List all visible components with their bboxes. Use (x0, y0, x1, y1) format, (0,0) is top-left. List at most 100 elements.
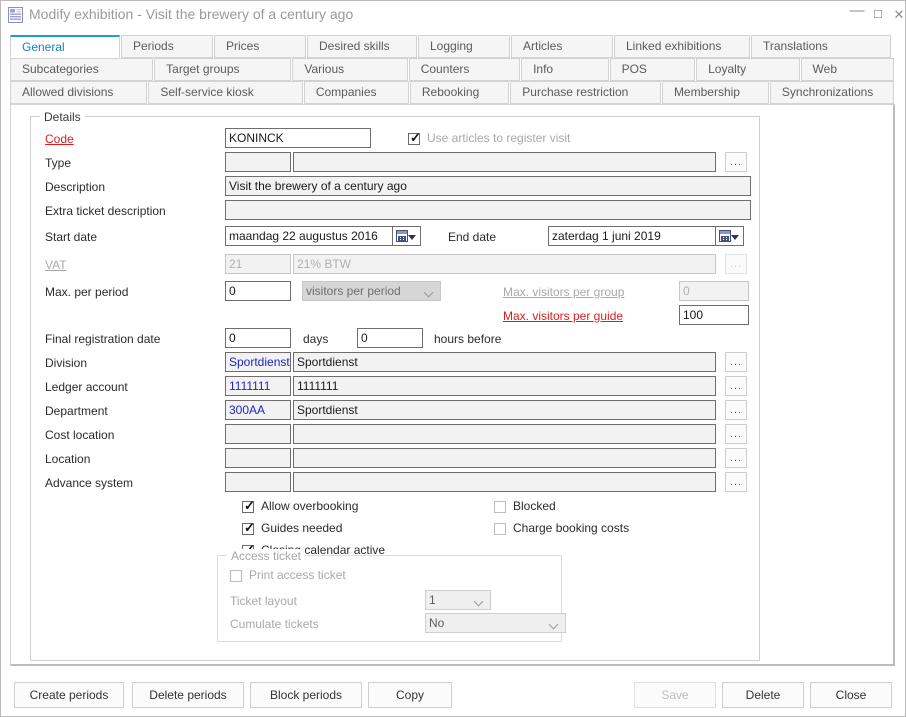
department-name-input[interactable]: Sportdienst (293, 400, 716, 420)
cumulate-tickets-select[interactable]: No (425, 613, 566, 633)
start-date-calendar-icon[interactable] (393, 226, 421, 246)
division-name-input[interactable]: Sportdienst (293, 352, 716, 372)
ellipsis-icon: ... (726, 477, 746, 488)
blocked-label: Blocked (513, 499, 556, 513)
tab-self-service-kiosk[interactable]: Self-service kiosk (148, 81, 302, 104)
type-name-input[interactable] (293, 152, 716, 172)
check-icon: ✓ (244, 521, 255, 534)
create-periods-button[interactable]: Create periods (14, 682, 124, 708)
type-browse-button[interactable]: ... (725, 152, 747, 172)
max-visitors-per-group-input[interactable]: 0 (679, 281, 749, 301)
cumulate-tickets-value: No (429, 616, 444, 630)
window-title: Modify exhibition - Visit the brewery of… (29, 6, 353, 22)
access-ticket-group-title: Access ticket (227, 549, 305, 563)
ellipsis-icon: ... (726, 429, 746, 440)
modify-exhibition-window: Modify exhibition - Visit the brewery of… (0, 0, 906, 717)
tab-general[interactable]: General (10, 35, 120, 58)
vat-name-input[interactable]: 21% BTW (293, 254, 716, 274)
days-unit-label: days (303, 332, 328, 346)
tab-companies[interactable]: Companies (304, 81, 409, 104)
department-code-input[interactable]: 300AA (225, 400, 291, 420)
access-ticket-group: Access ticket Print access ticket Ticket… (217, 555, 562, 642)
location-code-input[interactable] (225, 448, 291, 468)
vat-browse-button[interactable]: ... (725, 254, 747, 274)
end-date-calendar-icon[interactable] (716, 226, 744, 246)
vat-label: VAT (45, 258, 67, 272)
max-visitors-per-guide-input[interactable]: 100 (679, 305, 749, 325)
location-label: Location (45, 452, 90, 466)
tab-strip: GeneralPeriodsPricesDesired skillsLoggin… (10, 35, 895, 105)
tab-prices[interactable]: Prices (214, 35, 306, 58)
minimize-icon[interactable]: — (846, 5, 868, 25)
tab-web[interactable]: Web (801, 58, 894, 81)
advance-system-code-input[interactable] (225, 472, 291, 492)
max-per-period-input[interactable]: 0 (225, 281, 291, 301)
code-label: Code (45, 132, 74, 146)
start-date-input[interactable]: maandag 22 augustus 2016 (225, 226, 393, 246)
chevron-down-icon (425, 289, 434, 294)
copy-button[interactable]: Copy (368, 682, 452, 708)
tab-subcategories[interactable]: Subcategories (10, 58, 153, 81)
print-access-ticket-label: Print access ticket (249, 568, 346, 582)
cost-location-name-input[interactable] (293, 424, 716, 444)
ticket-layout-label: Ticket layout (230, 594, 297, 608)
location-name-input[interactable] (293, 448, 716, 468)
max-per-period-unit-value: visitors per period (306, 284, 401, 298)
delete-button[interactable]: Delete (722, 682, 804, 708)
division-code-input[interactable]: Sportdienst (225, 352, 291, 372)
charge-booking-costs-label: Charge booking costs (513, 521, 629, 535)
type-code-input[interactable] (225, 152, 291, 172)
tab-logging[interactable]: Logging (418, 35, 510, 58)
department-browse-button[interactable]: ... (725, 400, 747, 420)
cost-location-browse-button[interactable]: ... (725, 424, 747, 444)
close-icon[interactable]: ✕ (888, 5, 906, 25)
tab-linked-exhibitions[interactable]: Linked exhibitions (614, 35, 750, 58)
description-input[interactable]: Visit the brewery of a century ago (225, 176, 751, 196)
block-periods-button[interactable]: Block periods (250, 682, 362, 708)
close-button[interactable]: Close (810, 682, 892, 708)
tab-info[interactable]: Info (521, 58, 609, 81)
end-date-input[interactable]: zaterdag 1 juni 2019 (548, 226, 716, 246)
tab-target-groups[interactable]: Target groups (154, 58, 291, 81)
advance-system-name-input[interactable] (293, 472, 716, 492)
print-access-ticket-checkbox-box (230, 570, 242, 582)
allow-overbooking-checkbox-box: ✓ (242, 501, 254, 513)
save-button[interactable]: Save (634, 682, 716, 708)
ellipsis-icon: ... (726, 405, 746, 416)
ledger-account-name-input[interactable]: 1111111 (293, 376, 716, 396)
tab-counters[interactable]: Counters (409, 58, 520, 81)
cost-location-code-input[interactable] (225, 424, 291, 444)
tab-desired-skills[interactable]: Desired skills (307, 35, 417, 58)
location-browse-button[interactable]: ... (725, 448, 747, 468)
button-bar: Create periods Delete periods Block peri… (1, 673, 905, 716)
advance-system-browse-button[interactable]: ... (725, 472, 747, 492)
ledger-account-code-input[interactable]: 1111111 (225, 376, 291, 396)
vat-code-input[interactable]: 21 (225, 254, 291, 274)
guides-needed-label: Guides needed (261, 521, 342, 535)
tab-pos[interactable]: POS (610, 58, 696, 81)
code-input[interactable]: KONINCK (225, 128, 371, 148)
tab-periods[interactable]: Periods (121, 35, 213, 58)
details-group-title: Details (40, 110, 85, 124)
tab-loyalty[interactable]: Loyalty (696, 58, 799, 81)
tab-allowed-divisions[interactable]: Allowed divisions (10, 81, 147, 104)
tab-rebooking[interactable]: Rebooking (410, 81, 509, 104)
final-registration-hours-input[interactable]: 0 (357, 328, 423, 348)
extra-ticket-description-input[interactable] (225, 200, 751, 220)
tab-purchase-restriction[interactable]: Purchase restriction (510, 81, 661, 104)
final-registration-days-input[interactable]: 0 (225, 328, 291, 348)
tab-membership[interactable]: Membership (662, 81, 769, 104)
tab-various[interactable]: Various (292, 58, 407, 81)
max-per-period-unit-select[interactable]: visitors per period (302, 281, 441, 301)
use-articles-label: Use articles to register visit (427, 131, 570, 145)
tab-translations[interactable]: Translations (751, 35, 891, 58)
ticket-layout-select[interactable]: 1 (425, 590, 491, 610)
type-label: Type (45, 156, 71, 170)
division-browse-button[interactable]: ... (725, 352, 747, 372)
delete-periods-button[interactable]: Delete periods (132, 682, 244, 708)
ledger-account-browse-button[interactable]: ... (725, 376, 747, 396)
chevron-down-icon (731, 235, 739, 240)
maximize-icon[interactable]: ☐ (867, 5, 889, 25)
tab-articles[interactable]: Articles (511, 35, 613, 58)
tab-synchronizations[interactable]: Synchronizations (770, 81, 894, 104)
